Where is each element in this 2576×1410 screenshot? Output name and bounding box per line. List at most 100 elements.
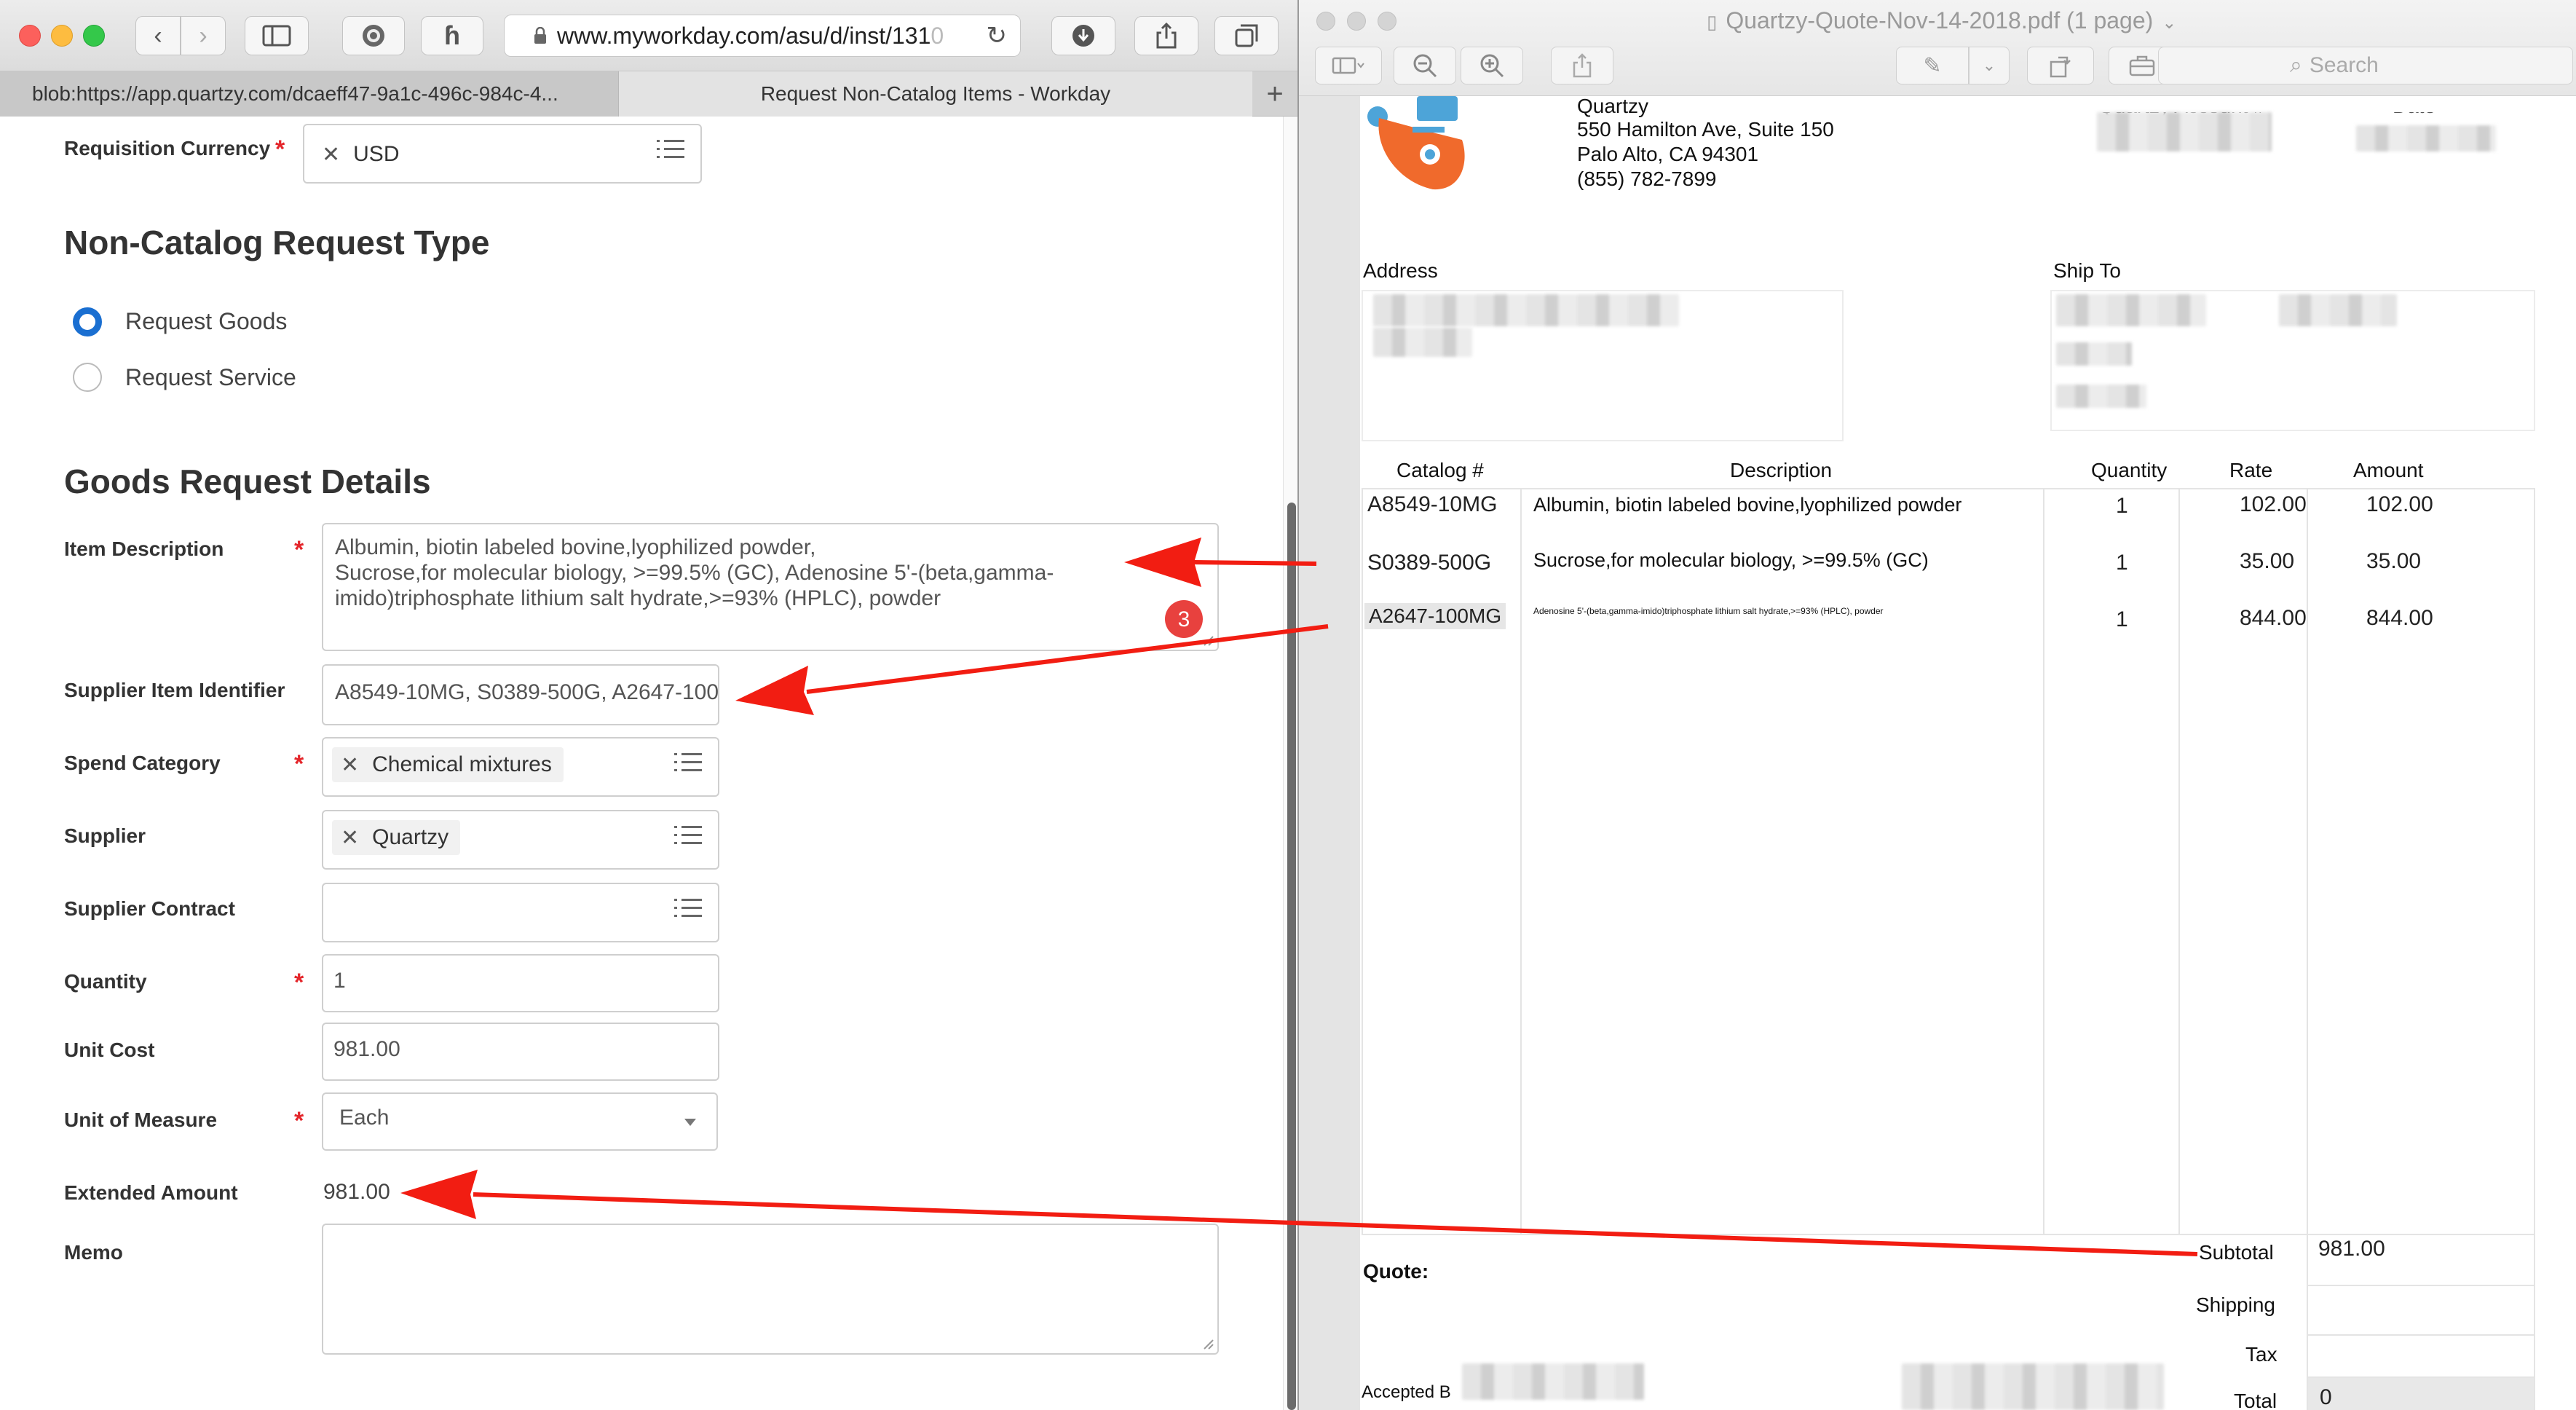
supplier-field[interactable]: ✕ Quartzy: [322, 810, 719, 870]
pdf-file-icon: ▯: [1707, 11, 1718, 33]
required-asterisk: *: [294, 536, 304, 564]
unit-cost-input[interactable]: 981.00: [322, 1023, 719, 1081]
list-prompt-icon[interactable]: [674, 826, 702, 848]
sidebar-icon: [262, 25, 291, 47]
spend-category-value: Chemical mixtures: [372, 752, 552, 776]
markup-button[interactable]: ✎: [1896, 47, 1969, 84]
minimize-window-button[interactable]: [1347, 12, 1366, 31]
back-button[interactable]: ‹: [135, 16, 181, 55]
grammarly-extension-button[interactable]: [342, 16, 405, 55]
minimize-window-button[interactable]: [51, 25, 73, 47]
close-window-button[interactable]: [19, 25, 41, 47]
new-tab-button[interactable]: +: [1252, 71, 1297, 117]
zoom-in-button[interactable]: [1461, 47, 1523, 84]
redacted-ship-to: [2056, 294, 2206, 326]
quantity-input[interactable]: 1: [322, 954, 719, 1012]
chevron-down-icon[interactable]: ⌄: [2162, 13, 2176, 33]
row-description: Sucrose,for molecular biology, >=99.5% (…: [1533, 549, 1929, 571]
scrollbar-thumb[interactable]: [1287, 503, 1296, 1410]
zoom-out-button[interactable]: [1394, 47, 1456, 84]
currency-field[interactable]: ✕ USD: [303, 124, 702, 184]
resize-handle-icon[interactable]: [1200, 632, 1214, 647]
url-fade-text: 0: [931, 22, 944, 49]
company-name: Quartzy: [1577, 95, 1649, 117]
supplier-contract-field[interactable]: [322, 883, 719, 942]
unit-cost-label: Unit Cost: [64, 1039, 155, 1061]
required-asterisk: *: [294, 1107, 304, 1135]
list-prompt-icon[interactable]: [674, 753, 702, 775]
reload-icon[interactable]: ↻: [987, 21, 1008, 50]
zoom-in-icon: [1480, 54, 1504, 78]
row-description: Adenosine 5'-(beta,gamma-imido)triphosph…: [1533, 606, 1884, 616]
zoom-window-button[interactable]: [83, 25, 105, 47]
quote-document: Quartzy 550 Hamilton Ave, Suite 150 Palo…: [1360, 95, 2576, 1410]
preview-toolbar: ▯ Quartzy-Quote-Nov-14-2018.pdf (1 page) ⌄…: [1299, 0, 2576, 96]
search-placeholder: Search: [2309, 53, 2379, 77]
address-bar[interactable]: www.myworkday.com/asu/d/inst/131 0 ↻: [504, 15, 1021, 57]
item-description-label: Item Description: [64, 537, 224, 560]
close-window-button[interactable]: [1316, 12, 1335, 31]
lock-icon: [534, 27, 546, 44]
remove-icon[interactable]: ✕: [341, 825, 359, 851]
honey-extension-button[interactable]: ɦ: [421, 16, 483, 55]
required-asterisk: *: [275, 135, 285, 163]
markup-menu-button[interactable]: ⌄: [1969, 47, 2010, 84]
subtotal-label: Subtotal: [2199, 1241, 2274, 1264]
view-menu-button[interactable]: [1315, 47, 1382, 84]
item-desc-line: Albumin, biotin labeled bovine,lyophiliz…: [335, 535, 816, 559]
share-button[interactable]: [1134, 16, 1198, 55]
supplier-pill: ✕ Quartzy: [332, 820, 461, 855]
row-catalog: S0389-500G: [1367, 551, 1492, 575]
resize-handle-icon[interactable]: [1200, 1336, 1214, 1350]
tab-quartzy-blob[interactable]: blob:https://app.quartzy.com/dcaeff47-9a…: [0, 71, 619, 117]
row-amount: 35.00: [2366, 549, 2422, 573]
table-divider: [2043, 488, 2044, 1235]
memo-textarea[interactable]: [322, 1224, 1219, 1355]
search-field[interactable]: ⌕ Search: [2158, 47, 2573, 84]
row-rate: 35.00: [2240, 549, 2295, 573]
uom-value: Each: [339, 1106, 390, 1130]
supplier-label: Supplier: [64, 824, 146, 847]
col-header-quantity: Quantity: [2091, 459, 2168, 481]
table-divider: [2178, 488, 2180, 1235]
tab-workday[interactable]: Request Non-Catalog Items - Workday: [619, 71, 1252, 117]
share-button[interactable]: [1551, 47, 1613, 84]
tabs-overview-button[interactable]: [1214, 16, 1279, 55]
briefcase-icon: [2129, 55, 2155, 76]
download-icon: [1072, 25, 1094, 47]
search-icon: ⌕: [2290, 53, 2302, 77]
zoom-window-button[interactable]: [1378, 12, 1396, 31]
forward-button[interactable]: ›: [181, 16, 226, 55]
section-title-request-type: Non-Catalog Request Type: [64, 224, 490, 261]
rotate-button[interactable]: [2027, 47, 2094, 84]
redacted-address: [1373, 294, 1679, 326]
radio-goods-label[interactable]: Request Goods: [125, 308, 287, 335]
quartzy-robot-logo: [1367, 96, 1465, 190]
remove-icon[interactable]: ✕: [341, 752, 359, 778]
shipping-label: Shipping: [2196, 1293, 2275, 1316]
unit-of-measure-select[interactable]: Each: [322, 1092, 718, 1151]
safari-window: ‹ › ɦ www.myworkday.com/asu/d/inst/131 0 …: [0, 0, 1297, 1410]
tabs-icon: [1235, 24, 1258, 47]
sidebar-toggle-button[interactable]: [245, 16, 309, 55]
page-scrollbar[interactable]: [1283, 117, 1297, 1410]
spend-category-field[interactable]: ✕ Chemical mixtures: [322, 737, 719, 797]
radio-request-service[interactable]: [73, 363, 102, 392]
redacted-date: [2356, 125, 2496, 151]
sidebar-icon: [1332, 57, 1364, 74]
list-prompt-icon[interactable]: [657, 140, 684, 162]
list-prompt-icon[interactable]: [674, 899, 702, 921]
item-description-textarea[interactable]: Albumin, biotin labeled bovine,lyophiliz…: [322, 523, 1219, 651]
downloads-button[interactable]: [1051, 16, 1115, 55]
radio-service-label[interactable]: Request Service: [125, 364, 296, 391]
remove-icon[interactable]: ✕: [322, 142, 340, 168]
radio-request-goods[interactable]: [73, 307, 102, 336]
subtotal-value: 981.00: [2318, 1237, 2385, 1261]
company-address-2: Palo Alto, CA 94301: [1577, 143, 1759, 165]
supplier-item-identifier-label: Supplier Item Identifier: [64, 679, 285, 701]
pen-icon: ✎: [1923, 53, 1942, 78]
supplier-item-identifier-input[interactable]: A8549-10MG, S0389-500G, A2647-100I: [322, 664, 719, 725]
tax-label: Tax: [2245, 1343, 2277, 1366]
zoom-out-icon: [1413, 54, 1437, 78]
unit-of-measure-label: Unit of Measure: [64, 1108, 218, 1131]
